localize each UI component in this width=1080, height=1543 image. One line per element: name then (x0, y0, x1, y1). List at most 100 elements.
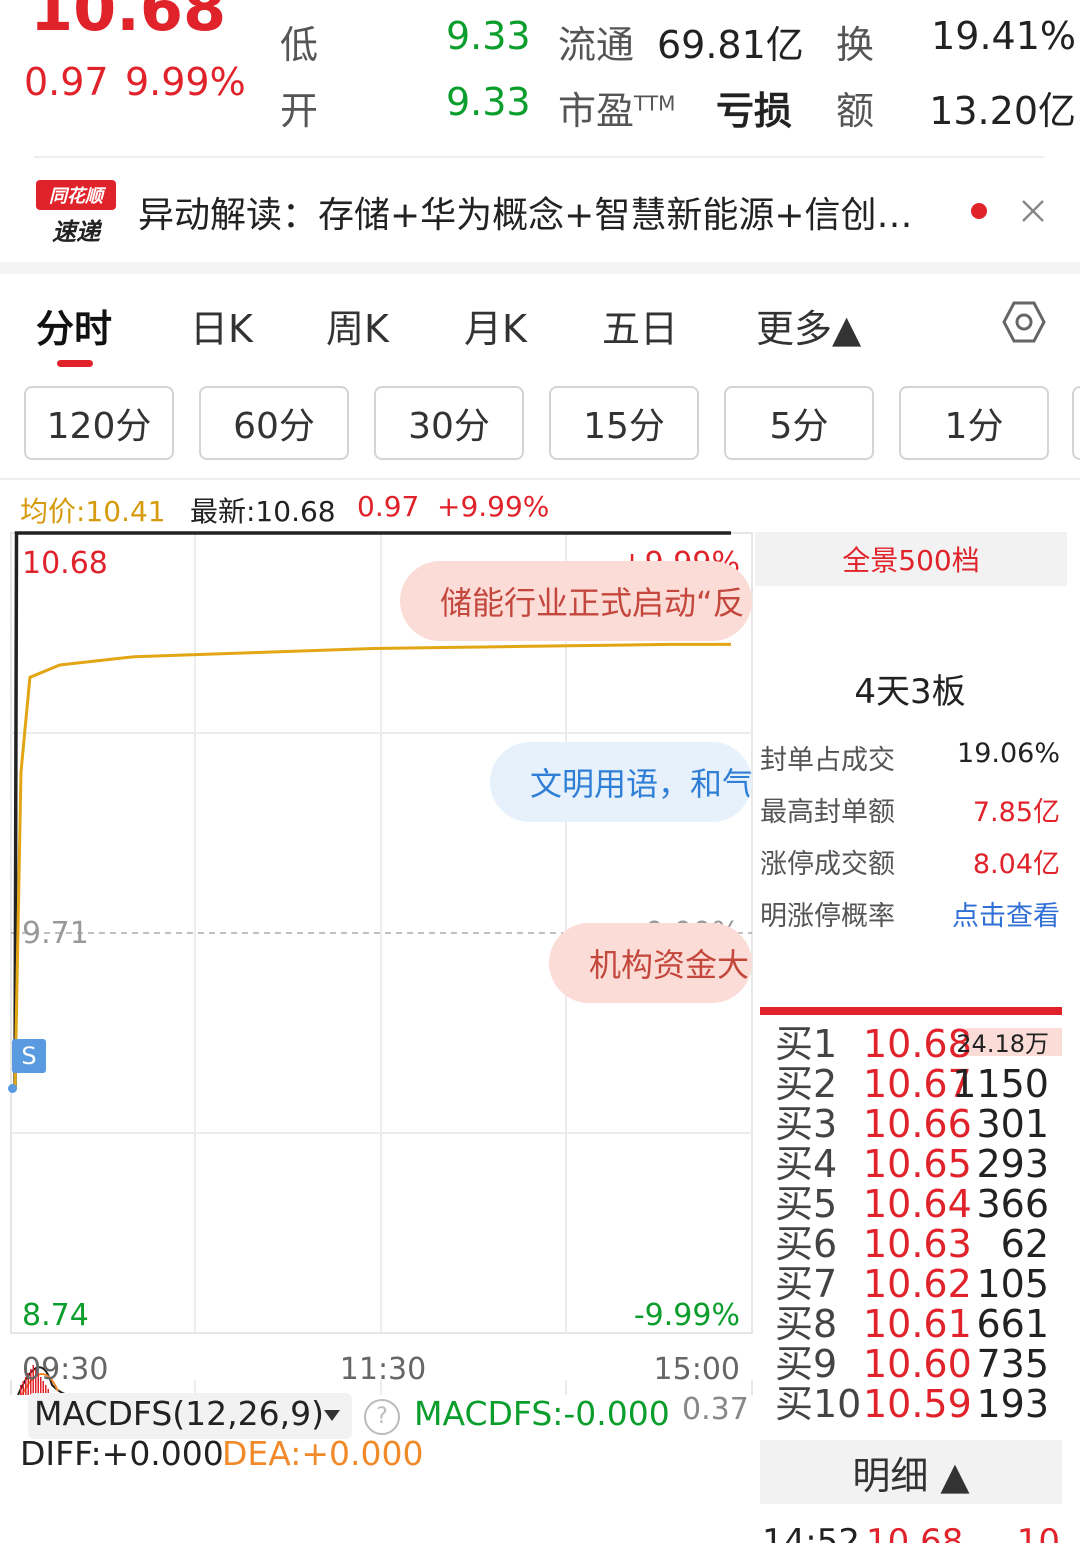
open-value: 9.33 (446, 80, 531, 124)
y-label-bottom: 8.74 (22, 1298, 89, 1333)
orderbook-row[interactable]: 买4 10.65 293 (775, 1144, 1065, 1184)
orderbook-price: 10.65 (863, 1142, 972, 1186)
interval-divider (0, 478, 1080, 480)
pe-label-text: 市盈 (558, 89, 635, 133)
orderbook-qty: 661 (976, 1302, 1049, 1346)
orderbook-row[interactable]: 买5 10.64 366 (775, 1184, 1065, 1224)
y-label-mid: 9.71 (22, 916, 89, 951)
news-logo: 同花顺 速递 (36, 180, 116, 246)
x-tick-midday: 11:30 (340, 1352, 426, 1387)
orderbook-row[interactable]: 买1 10.68 24.18万 (775, 1024, 1065, 1064)
orderbook-qty: 301 (976, 1102, 1049, 1146)
interval-5min[interactable]: 5分 (724, 386, 874, 460)
news-bubble-energy-storage[interactable]: 储能行业正式启动“反 (400, 561, 752, 641)
macd-diff: DIFF:+0.000 (20, 1434, 224, 1473)
orderbook-level: 买3 (775, 1102, 838, 1146)
detail-toggle-button[interactable]: 明细 ▲ (760, 1440, 1062, 1504)
orderbook-qty: 293 (976, 1142, 1049, 1186)
avg-price: 均价:10.41 (20, 495, 166, 528)
settings-hexagon-icon[interactable] (1000, 298, 1048, 346)
orderbook-price: 10.64 (863, 1182, 972, 1226)
pe-label: 市盈TTM (558, 80, 675, 135)
turnover-value: 19.41% (931, 14, 1076, 58)
orderbook-qty: 105 (976, 1262, 1049, 1306)
orderbook-row[interactable]: 买6 10.63 62 (775, 1224, 1065, 1264)
orderbook-level: 买7 (775, 1262, 838, 1306)
orderbook-level: 买2 (775, 1062, 838, 1106)
orderbook-level: 买9 (775, 1342, 838, 1386)
turnover-label: 换 (836, 23, 875, 67)
news-text[interactable]: 异动解读：存储+华为概念+智慧新能源+信创… (138, 186, 913, 238)
signal-marker-s[interactable]: S (12, 1039, 46, 1073)
orderbook-level: 买6 (775, 1222, 838, 1266)
orderbook-price: 10.59 (863, 1382, 972, 1426)
interval-120min[interactable]: 120分 (24, 386, 174, 460)
orderbook-row[interactable]: 买8 10.61 661 (775, 1304, 1065, 1344)
orderbook-qty: 735 (976, 1342, 1049, 1386)
orderbook-price: 10.61 (863, 1302, 972, 1346)
low-value: 9.33 (446, 14, 531, 58)
orderbook-price: 10.60 (863, 1342, 972, 1386)
stat-label-limit-probability: 明涨停概率 (760, 901, 895, 932)
detail-toggle-label: 明细 ▲ (852, 1453, 970, 1498)
price-change-pct: 9.99% (125, 60, 246, 104)
float-value: 69.81亿 (657, 23, 804, 67)
stat-label-limit-amount: 涨停成交额 (760, 849, 895, 880)
orderbook-level: 买8 (775, 1302, 838, 1346)
orderbook-level: 买10 (775, 1382, 862, 1426)
x-tick-close: 15:00 (654, 1352, 740, 1387)
orderbook-level: 买5 (775, 1182, 838, 1226)
news-bubble-institutional-funds[interactable]: 机构资金大 (549, 923, 752, 1003)
news-bubble-civil-language-text: 文明用语，和气 (530, 765, 752, 803)
orderbook-qty: 1150 (952, 1062, 1049, 1106)
orderbook-row[interactable]: 买9 10.60 735 (775, 1344, 1065, 1384)
tick-qty: 10 (1016, 1522, 1060, 1543)
orderbook-qty: 366 (976, 1182, 1049, 1226)
header-divider (34, 156, 1044, 158)
help-icon[interactable]: ? (364, 1399, 400, 1435)
close-icon[interactable] (1016, 194, 1050, 228)
orderbook-qty: 24.18万 (956, 1030, 1049, 1058)
y-label-top: 10.68 (22, 546, 108, 581)
tick-row: 14:52 10.68 10 (762, 1522, 1062, 1543)
panorama-500-button[interactable]: 全景500档 (755, 532, 1067, 586)
interval-1min[interactable]: 1分 (899, 386, 1049, 460)
news-bubble-civil-language[interactable]: 文明用语，和气 (490, 742, 752, 822)
latest-price: 最新:10.68 (190, 495, 336, 528)
news-bubble-institutional-funds-text: 机构资金大 (589, 946, 750, 984)
interval-15min[interactable]: 15分 (549, 386, 699, 460)
stat-value-seal-ratio: 19.06% (957, 738, 1060, 769)
interval-pill-overflow[interactable] (1072, 386, 1080, 460)
orderbook-row[interactable]: 买10 10.59 193 (775, 1384, 1065, 1424)
x-tick-open: 09:30 (22, 1352, 108, 1387)
tab-weekly-k[interactable]: 周K (326, 298, 389, 353)
orderbook-qty: 62 (1000, 1222, 1049, 1266)
stat-value-limit-probability[interactable]: 点击查看 (952, 894, 1060, 933)
tab-five-day[interactable]: 五日 (602, 298, 678, 353)
chevron-down-icon (324, 1410, 340, 1421)
orderbook-row[interactable]: 买2 10.67 1150 (775, 1064, 1065, 1104)
orderbook-qty: 193 (976, 1382, 1049, 1426)
macd-value: MACDFS:-0.000 (414, 1394, 670, 1433)
orderbook-row[interactable]: 买3 10.66 301 (775, 1104, 1065, 1144)
section-gap (0, 262, 1080, 274)
orderbook-row[interactable]: 买7 10.62 105 (775, 1264, 1065, 1304)
interval-30min[interactable]: 30分 (374, 386, 524, 460)
pe-ttm-sup: TTM (634, 91, 676, 116)
float-label: 流通 (558, 23, 635, 67)
orderbook-level: 买1 (775, 1022, 838, 1066)
macd-scale-top: 0.37 (682, 1392, 749, 1427)
news-bubble-energy-storage-text: 储能行业正式启动“反 (440, 584, 745, 622)
tab-monthly-k[interactable]: 月K (464, 298, 527, 353)
stat-value-max-seal: 7.85亿 (972, 797, 1060, 828)
panorama-500-label: 全景500档 (842, 544, 980, 577)
macd-dea: DEA:+0.000 (222, 1434, 424, 1473)
tab-intraday[interactable]: 分时 (36, 298, 112, 353)
info-change: 0.97 (357, 490, 420, 523)
tab-more[interactable]: 更多▲ (756, 298, 861, 353)
interval-60min[interactable]: 60分 (199, 386, 349, 460)
news-logo-top: 同花顺 (36, 180, 116, 210)
tab-daily-k[interactable]: 日K (190, 298, 253, 353)
info-change-pct: +9.99% (437, 490, 550, 523)
tick-time: 14:52 (762, 1522, 860, 1543)
